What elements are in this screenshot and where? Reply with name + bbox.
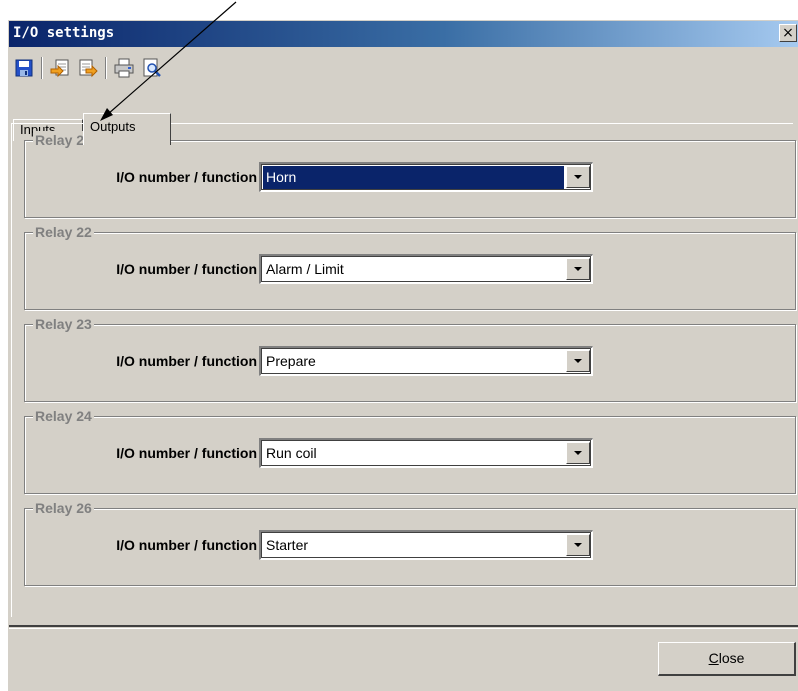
title-bar[interactable]: I/O settings × bbox=[9, 21, 798, 47]
dropdown-button[interactable] bbox=[566, 442, 590, 464]
save-icon bbox=[15, 59, 33, 77]
tab-outputs[interactable]: Outputs bbox=[83, 113, 171, 145]
import-button[interactable] bbox=[47, 55, 73, 81]
io-function-label: I/O number / function bbox=[116, 169, 257, 185]
io-function-value: Prepare bbox=[266, 353, 316, 369]
io-settings-window: I/O settings × Inputs Outputs Relay 21 I… bbox=[8, 20, 798, 691]
relay-group: Relay 21 I/O number / function Horn bbox=[24, 131, 796, 218]
toolbar-separator bbox=[41, 57, 43, 79]
chevron-down-icon bbox=[574, 175, 582, 179]
export-button[interactable] bbox=[75, 55, 101, 81]
toolbar bbox=[9, 53, 798, 83]
io-function-value: Horn bbox=[263, 166, 564, 189]
io-function-label: I/O number / function bbox=[116, 353, 257, 369]
io-function-label: I/O number / function bbox=[116, 537, 257, 553]
io-function-value: Alarm / Limit bbox=[266, 261, 344, 277]
io-function-select[interactable]: Prepare bbox=[259, 346, 593, 376]
relay-group: Relay 26 I/O number / function Starter bbox=[24, 499, 796, 586]
window-close-icon[interactable]: × bbox=[779, 24, 797, 42]
import-icon bbox=[50, 59, 69, 78]
tab-outputs-label: Outputs bbox=[90, 119, 136, 134]
toolbar-separator bbox=[105, 57, 107, 79]
io-function-value: Starter bbox=[266, 537, 309, 553]
export-icon bbox=[79, 59, 98, 78]
io-function-select[interactable]: Horn bbox=[259, 162, 593, 192]
save-button[interactable] bbox=[11, 55, 37, 81]
io-function-select[interactable]: Starter bbox=[259, 530, 593, 560]
chevron-down-icon bbox=[574, 451, 582, 455]
relay-group-title: Relay 23 bbox=[33, 315, 94, 333]
relay-group: Relay 24 I/O number / function Run coil bbox=[24, 407, 796, 494]
print-icon bbox=[114, 58, 134, 78]
footer-divider bbox=[9, 625, 798, 629]
io-function-select[interactable]: Alarm / Limit bbox=[259, 254, 593, 284]
print-preview-button[interactable] bbox=[139, 55, 165, 81]
io-function-select[interactable]: Run coil bbox=[259, 438, 593, 468]
chevron-down-icon bbox=[574, 267, 582, 271]
chevron-down-icon bbox=[574, 359, 582, 363]
dropdown-button[interactable] bbox=[566, 166, 590, 188]
io-function-value: Run coil bbox=[266, 445, 317, 461]
relay-group: Relay 22 I/O number / function Alarm / L… bbox=[24, 223, 796, 310]
relay-group-title: Relay 26 bbox=[33, 499, 94, 517]
chevron-down-icon bbox=[574, 543, 582, 547]
window-title: I/O settings bbox=[13, 25, 115, 41]
relay-group-title: Relay 24 bbox=[33, 407, 94, 425]
io-function-label: I/O number / function bbox=[116, 445, 257, 461]
relay-group: Relay 23 I/O number / function Prepare bbox=[24, 315, 796, 402]
close-accel-key: C bbox=[708, 650, 719, 666]
io-function-label: I/O number / function bbox=[116, 261, 257, 277]
close-button[interactable]: Close bbox=[658, 642, 796, 676]
print-button[interactable] bbox=[111, 55, 137, 81]
dropdown-button[interactable] bbox=[566, 258, 590, 280]
print-preview-icon bbox=[143, 58, 161, 77]
tab-panel-outputs: Relay 21 I/O number / function Horn Rela… bbox=[11, 123, 796, 617]
close-label: lose bbox=[718, 650, 745, 666]
tab-strip: Inputs Outputs bbox=[9, 85, 798, 145]
relay-group-title: Relay 22 bbox=[33, 223, 94, 241]
dropdown-button[interactable] bbox=[566, 534, 590, 556]
dropdown-button[interactable] bbox=[566, 350, 590, 372]
